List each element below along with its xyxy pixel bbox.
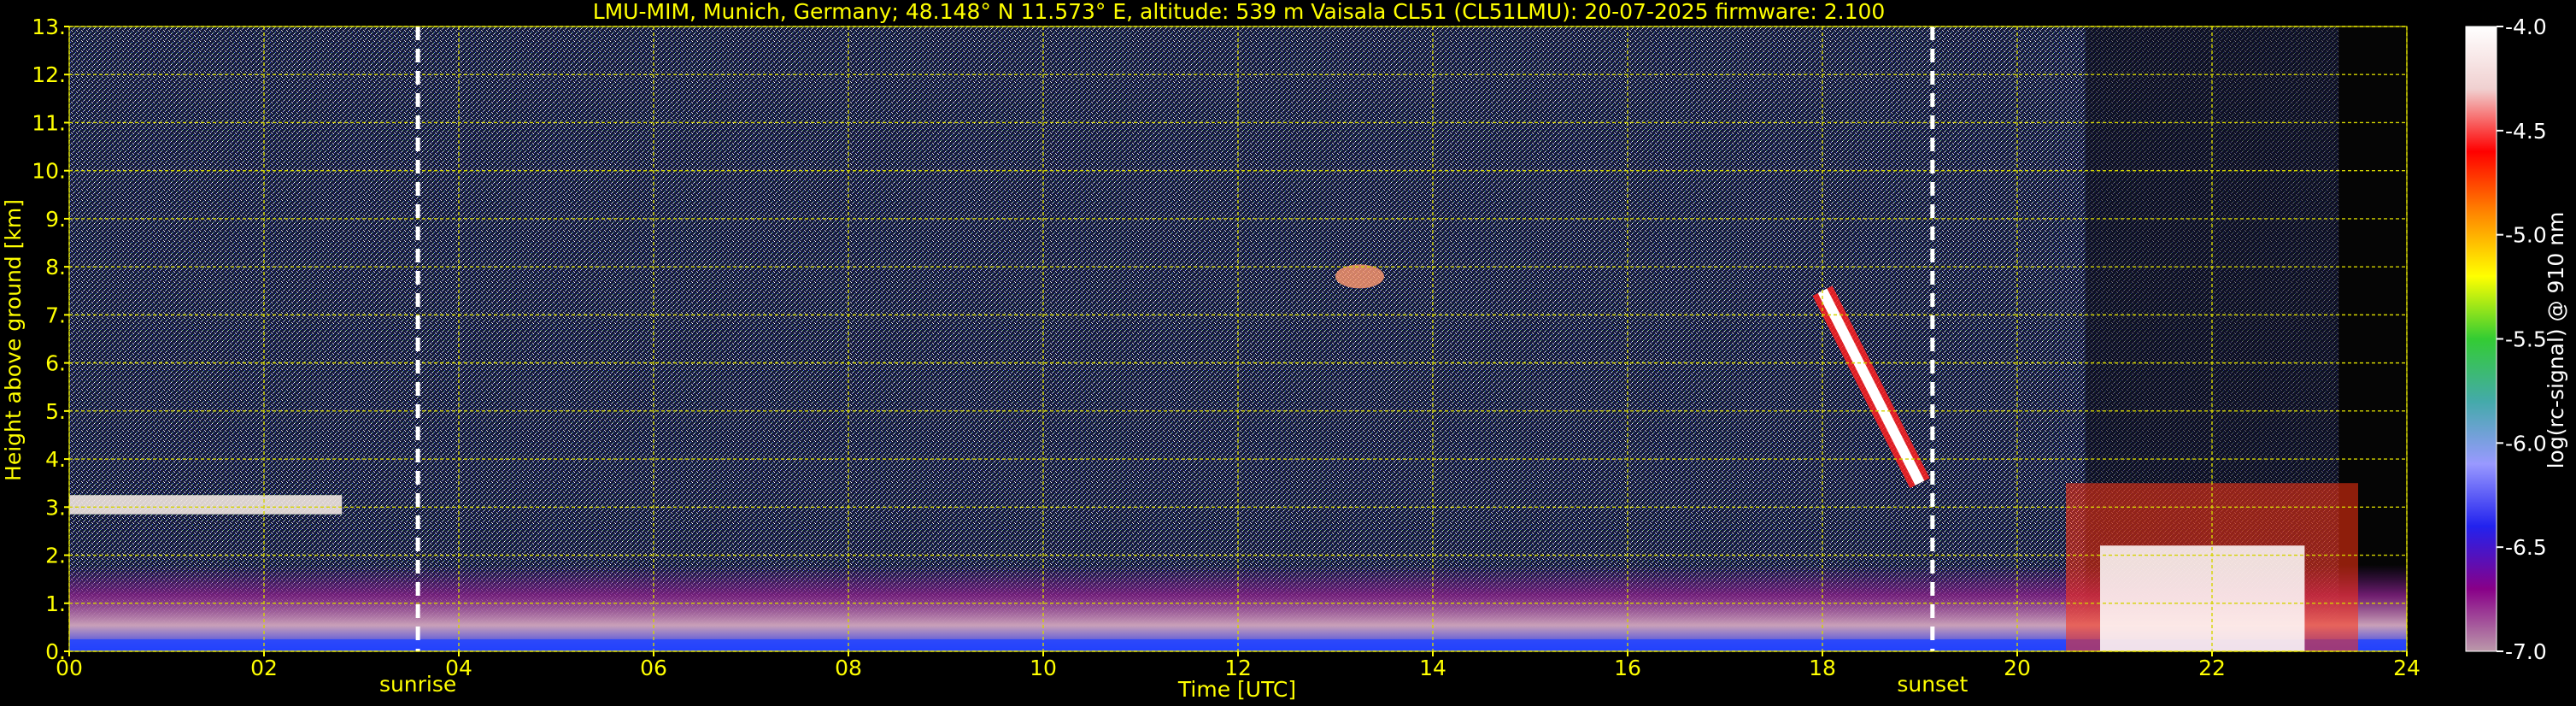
x-tick-label: 20 (2004, 656, 2031, 680)
colorbar-tick-label: -7.0 (2505, 639, 2547, 664)
y-tick-label: 10. (32, 159, 66, 184)
cloud-layer (69, 495, 343, 515)
y-tick-label: 1. (45, 591, 66, 616)
y-tick-label: 2. (45, 544, 66, 568)
x-tick-label: 22 (2198, 656, 2226, 680)
x-axis-label: Time [UTC] (1177, 677, 1296, 702)
colorbar-tick-label: -4.5 (2505, 119, 2547, 144)
y-tick-label: 13. (32, 15, 66, 39)
sunset-label: sunset (1897, 672, 1968, 697)
colorbar-tick-label: -6.0 (2505, 431, 2547, 456)
y-tick-label: 5. (45, 399, 66, 424)
x-tick-label: 24 (2393, 656, 2421, 680)
cirrus-cloud (1335, 264, 1384, 289)
low-cloud-core (2100, 545, 2305, 651)
y-axis: 0. 1. 2. 3. 4. 5. 6. 7. 8. 9. 10. 11. 12. 13. (32, 15, 69, 664)
colorbar-tick-label: -6.5 (2505, 535, 2547, 560)
x-tick-label: 10 (1030, 656, 1057, 680)
y-tick-label: 12. (32, 62, 66, 87)
y-tick-label: 9. (45, 207, 66, 232)
colorbar-tick-label: -5.0 (2505, 223, 2547, 248)
y-tick-label: 0. (45, 639, 66, 664)
colorbar-tick-label: -5.5 (2505, 327, 2547, 352)
y-tick-label: 8. (45, 255, 66, 279)
y-tick-label: 7. (45, 303, 66, 327)
x-tick-label: 18 (1809, 656, 1836, 680)
ceilometer-chart: 00 02 04 06 08 10 12 14 16 18 20 22 24 0.1.2.3.4.5.6… (1, 0, 2568, 702)
y-tick-label: 3. (45, 495, 66, 520)
annotations: sunrise sunset (379, 672, 1969, 697)
colorbar-label: log(rc-signal) @ 910 nm (2544, 212, 2568, 469)
x-tick-label: 16 (1614, 656, 1641, 680)
plot-area (68, 26, 2408, 652)
y-tick-label: 4. (45, 447, 66, 472)
sunrise-label: sunrise (379, 672, 456, 697)
colorbar: -4.0 -4.5 -5.0 -5.5 -6.0 -6.5 -7.0 (2465, 15, 2547, 664)
chart-title: LMU-MIM, Munich, Germany; 48.148° N 11.5… (593, 0, 1886, 24)
y-axis-label: Height above ground [km] (1, 199, 26, 481)
x-tick-label: 14 (1419, 656, 1446, 680)
x-tick-label: 06 (640, 656, 667, 680)
x-tick-label: 08 (835, 656, 862, 680)
colorbar-tick-label: -4.0 (2505, 15, 2547, 39)
colorbar-scale (2465, 26, 2497, 652)
x-tick-label: 02 (250, 656, 278, 680)
y-tick-label: 11. (32, 110, 66, 135)
y-tick-label: 6. (45, 351, 66, 376)
